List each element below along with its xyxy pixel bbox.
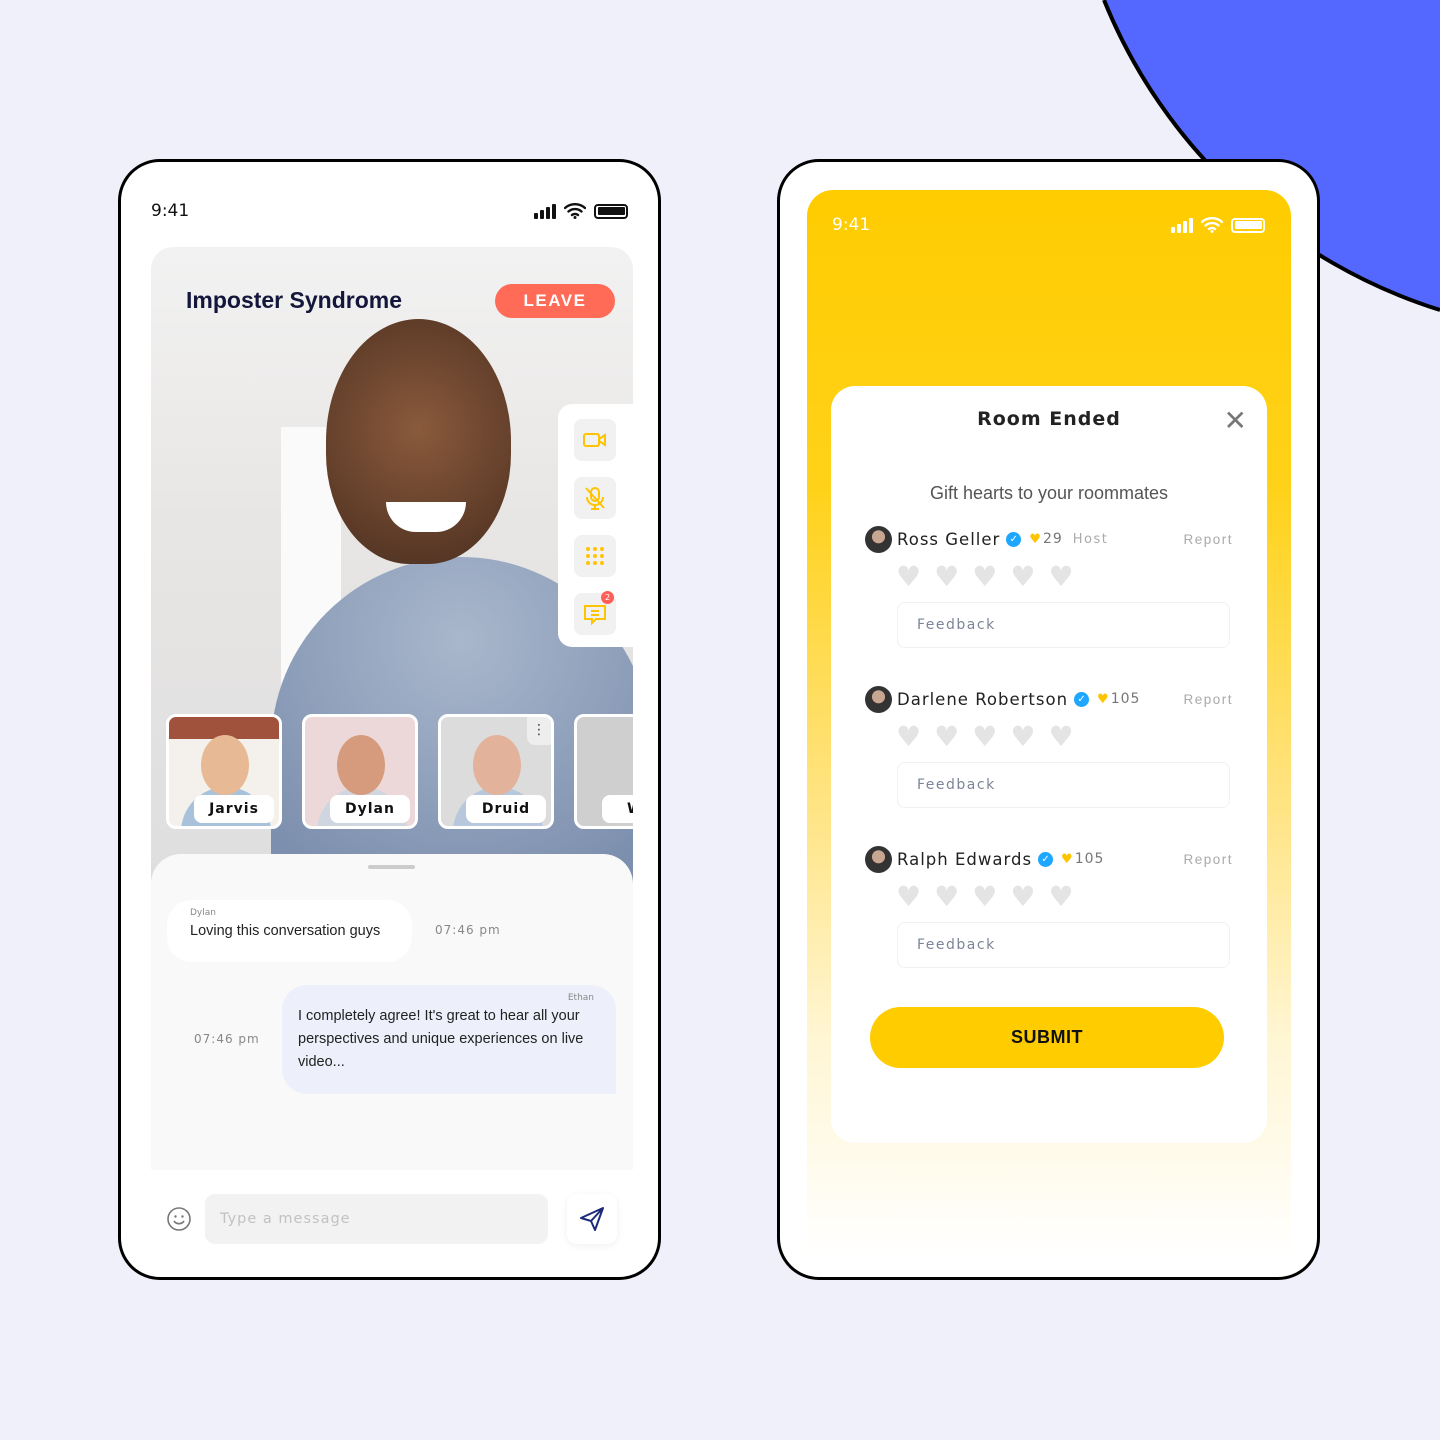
heart-rating: ♥ ♥ ♥ ♥ ♥ xyxy=(896,883,1233,911)
heart-count: 105 xyxy=(1110,691,1141,707)
wifi-icon xyxy=(1201,217,1223,233)
avatar xyxy=(865,845,892,873)
heart-count-icon: ♥ xyxy=(1029,531,1041,547)
status-time: 9:41 xyxy=(832,215,871,235)
heart-icon[interactable]: ♥ xyxy=(1048,563,1073,591)
participant-tile[interactable]: W xyxy=(574,714,633,829)
participant-strip: Jarvis Dylan ⋮ Druid W xyxy=(166,714,633,829)
participant-tile[interactable]: Jarvis xyxy=(166,714,282,829)
heart-rating: ♥ ♥ ♥ ♥ ♥ xyxy=(896,723,1233,751)
drag-handle[interactable] xyxy=(368,865,415,869)
grid-icon xyxy=(586,547,604,565)
send-button[interactable] xyxy=(567,1194,617,1244)
roommate-item: Ralph Edwards ✓ ♥ 105 Report ♥ ♥ ♥ ♥ ♥ xyxy=(865,845,1233,968)
card-title: Room Ended xyxy=(977,408,1121,430)
mic-toggle-button[interactable] xyxy=(574,477,616,519)
heart-icon[interactable]: ♥ xyxy=(1048,883,1073,911)
heart-icon[interactable]: ♥ xyxy=(896,563,921,591)
heart-icon[interactable]: ♥ xyxy=(896,723,921,751)
video-camera-icon xyxy=(583,433,606,447)
heart-icon[interactable]: ♥ xyxy=(896,883,921,911)
chat-button[interactable]: 2 xyxy=(574,591,616,635)
heart-icon[interactable]: ♥ xyxy=(972,563,997,591)
room-title: Imposter Syndrome xyxy=(186,287,402,313)
roommate-item: Darlene Robertson ✓ ♥ 105 Report ♥ ♥ ♥ ♥ ♥ xyxy=(865,685,1233,808)
wifi-icon xyxy=(564,203,586,219)
emoji-icon[interactable] xyxy=(166,1206,192,1232)
heart-icon[interactable]: ♥ xyxy=(1010,723,1035,751)
report-button[interactable]: Report xyxy=(1183,532,1233,547)
submit-button[interactable]: SUBMIT xyxy=(870,1007,1224,1068)
heart-rating: ♥ ♥ ♥ ♥ ♥ xyxy=(896,563,1233,591)
status-bar: 9:41 xyxy=(151,200,628,222)
heart-icon[interactable]: ♥ xyxy=(972,883,997,911)
participant-tile[interactable]: ⋮ Druid xyxy=(438,714,554,829)
room-ended-phone: 9:41 Room Ended ✕ Gift hearts to your ro… xyxy=(777,159,1320,1280)
heart-icon[interactable]: ♥ xyxy=(934,723,959,751)
message-input[interactable] xyxy=(205,1194,548,1244)
room-ended-card: Room Ended ✕ Gift hearts to your roommat… xyxy=(831,386,1267,1143)
close-button[interactable]: ✕ xyxy=(1224,404,1247,437)
report-button[interactable]: Report xyxy=(1183,692,1233,707)
chat-panel: Dylan Loving this conversation guys 07:4… xyxy=(151,854,633,1170)
message-bubble: Dylan Loving this conversation guys xyxy=(167,900,412,962)
message-text: Loving this conversation guys xyxy=(190,923,381,939)
heart-icon[interactable]: ♥ xyxy=(934,563,959,591)
avatar xyxy=(865,525,892,553)
message-time: 07:46 pm xyxy=(194,1032,260,1046)
participant-name: W xyxy=(602,795,633,823)
host-label: Host xyxy=(1072,531,1109,547)
video-toggle-button[interactable] xyxy=(574,419,616,461)
heart-icon[interactable]: ♥ xyxy=(972,723,997,751)
more-options-icon[interactable]: ⋮ xyxy=(527,717,551,745)
roommate-name: Ralph Edwards xyxy=(897,849,1033,869)
participant-name: Dylan xyxy=(330,795,410,823)
heart-count: 105 xyxy=(1074,851,1105,867)
participant-name: Jarvis xyxy=(194,795,274,823)
card-subtitle: Gift hearts to your roommates xyxy=(929,483,1169,503)
message-bubble: Ethan I completely agree! It's great to … xyxy=(282,985,616,1094)
feedback-input[interactable] xyxy=(897,602,1230,648)
heart-icon[interactable]: ♥ xyxy=(1010,883,1035,911)
status-time: 9:41 xyxy=(151,201,190,221)
message-time: 07:46 pm xyxy=(435,923,501,937)
battery-icon xyxy=(1231,217,1265,233)
verified-icon: ✓ xyxy=(1038,851,1054,867)
heart-icon[interactable]: ♥ xyxy=(1048,723,1073,751)
heart-count: 29 xyxy=(1042,531,1063,547)
call-controls: 2 xyxy=(558,404,633,647)
heart-icon[interactable]: ♥ xyxy=(934,883,959,911)
battery-icon xyxy=(594,203,628,219)
message-text: I completely agree! It's great to hear a… xyxy=(298,1008,584,1070)
message-composer xyxy=(151,1172,633,1272)
chat-icon xyxy=(584,605,606,626)
heart-count-icon: ♥ xyxy=(1097,691,1109,707)
avatar xyxy=(865,685,892,713)
mic-off-icon xyxy=(585,487,605,510)
message-sender: Ethan xyxy=(567,993,594,1003)
send-icon xyxy=(580,1207,604,1231)
feedback-input[interactable] xyxy=(897,922,1230,968)
grid-button[interactable] xyxy=(574,535,616,577)
signal-icon xyxy=(534,203,556,219)
message-sender: Dylan xyxy=(190,908,216,918)
verified-icon: ✓ xyxy=(1074,691,1090,707)
verified-icon: ✓ xyxy=(1006,531,1022,547)
chat-badge: 2 xyxy=(601,591,614,604)
report-button[interactable]: Report xyxy=(1183,852,1233,867)
status-bar: 9:41 xyxy=(832,214,1265,236)
signal-icon xyxy=(1171,217,1193,233)
close-icon: ✕ xyxy=(1223,405,1247,436)
participant-name: Druid xyxy=(466,795,546,823)
roommate-item: Ross Geller ✓ ♥ 29 Host Report ♥ ♥ ♥ ♥ ♥ xyxy=(865,525,1233,648)
feedback-input[interactable] xyxy=(897,762,1230,808)
heart-icon[interactable]: ♥ xyxy=(1010,563,1035,591)
roommate-name: Darlene Robertson xyxy=(897,689,1069,709)
leave-button[interactable]: LEAVE xyxy=(495,284,615,318)
heart-count-icon: ♥ xyxy=(1061,851,1073,867)
roommate-name: Ross Geller xyxy=(897,529,1001,549)
call-screen-phone: 9:41 Imposter Syndrome LEAVE 2 Jarvis Dy… xyxy=(118,159,661,1280)
participant-tile[interactable]: Dylan xyxy=(302,714,418,829)
